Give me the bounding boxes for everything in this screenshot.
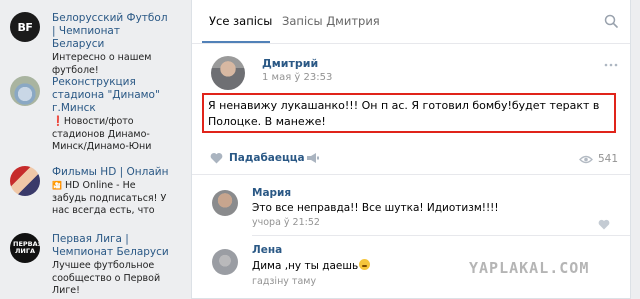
comment-item: Мария Это все неправда!! Все шутка! Идио… [192, 176, 630, 236]
search-icon[interactable] [604, 14, 618, 28]
page: BF Белорусский Футбол | Чемпионат Белару… [0, 0, 640, 299]
tab-all-posts[interactable]: Усе запісы [209, 14, 272, 28]
comment-avatar[interactable] [212, 190, 238, 216]
post-actions: Падабаецца 541 [192, 141, 630, 175]
ad-description: ❗Новости/фото стадионов Динамо-Минск/Дин… [52, 116, 152, 152]
eye-icon [579, 155, 593, 163]
ad-description: Интересно о нашем футболе! [52, 52, 152, 76]
heart-icon [210, 152, 223, 164]
tab-active-indicator [202, 41, 270, 43]
ad-logo-text: ПЕРВАЯ ЛИГА [13, 240, 40, 255]
tab-author-posts[interactable]: Запісы Дмитрия [282, 14, 380, 28]
ad-title[interactable]: Первая Лига | Чемпионат Беларуси [52, 233, 172, 259]
more-options-icon[interactable] [604, 62, 618, 68]
author-avatar[interactable] [211, 56, 245, 90]
ad-title[interactable]: Белорусский Футбол | Чемпионат Беларуси [52, 12, 172, 51]
comment-avatar[interactable] [212, 249, 238, 275]
like-label: Падабаецца [229, 152, 305, 164]
ad-description: 🎦 HD Online - Не забудь подписаться! У н… [52, 180, 167, 216]
ad-description: Лучшее футбольное сообщество о Первой Ли… [52, 260, 161, 296]
ad-image[interactable] [10, 166, 40, 196]
post-date[interactable]: 1 мая ў 23:53 [262, 72, 332, 83]
ad-image[interactable] [10, 76, 40, 106]
tired-face-emoji-icon [359, 259, 371, 270]
wall-tabs: Усе запісы Запісы Дмитрия [192, 0, 630, 44]
comment-text: Это все неправда!! Все шутка! Идиотизм!!… [252, 202, 499, 214]
post-header: Дмитрий 1 мая ў 23:53 [192, 44, 630, 94]
post-text: Я ненавижу лукашанко!!! Он п ас. Я готов… [208, 99, 600, 128]
comment-date[interactable]: учора ў 21:52 [252, 217, 320, 228]
ads-column: BF Белорусский Футбол | Чемпионат Белару… [0, 0, 172, 299]
ad-title[interactable]: Фильмы HD | Онлайн [52, 166, 172, 179]
views-count: 541 [597, 153, 618, 165]
post-author[interactable]: Дмитрий [262, 57, 318, 70]
ad-logo-text: BF [17, 20, 33, 34]
watermark: YAPLAKAL.COM [469, 259, 590, 277]
views-counter: 541 [579, 153, 618, 165]
comment-author[interactable]: Лена [252, 244, 282, 256]
share-icon[interactable] [306, 152, 320, 164]
comment-author[interactable]: Мария [252, 187, 291, 199]
ad-title[interactable]: Реконструкция стадиона "Динамо" г.Минск [52, 76, 172, 115]
ad-logo[interactable]: ПЕРВАЯ ЛИГА [10, 233, 40, 263]
wall-card: Усе запісы Запісы Дмитрия Дмитрий 1 мая … [191, 0, 631, 299]
like-button[interactable]: Падабаецца [210, 152, 305, 164]
post-body-highlight: Я ненавижу лукашанко!!! Он п ас. Я готов… [202, 93, 616, 133]
comment-like-icon[interactable] [598, 219, 610, 230]
comment-date[interactable]: гадзіну таму [252, 276, 316, 287]
ad-logo[interactable]: BF [10, 12, 40, 42]
comment-text: Дима ,ну ты даешь [252, 259, 371, 272]
